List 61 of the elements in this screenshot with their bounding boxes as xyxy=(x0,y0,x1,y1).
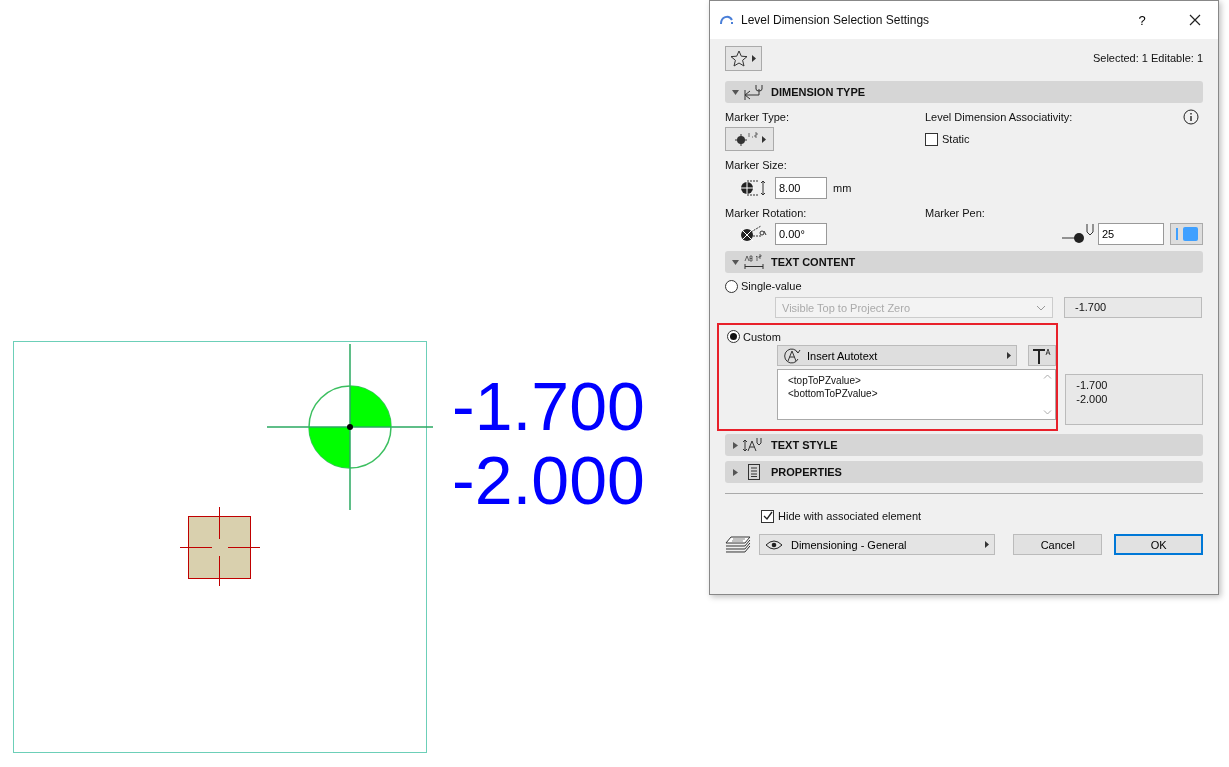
selection-info: Selected: 1 Editable: 1 xyxy=(1092,52,1203,64)
field-label: Marker Rotation: xyxy=(725,207,808,219)
section-header[interactable]: DIMENSION TYPE xyxy=(725,81,1203,103)
unit-label: mm xyxy=(833,182,852,194)
star-icon xyxy=(730,49,748,67)
pen-color-button[interactable] xyxy=(1170,223,1203,245)
chevron-down-icon xyxy=(1042,410,1052,415)
app-logo-icon xyxy=(720,15,734,25)
text-content-icon xyxy=(743,254,765,270)
text-style-icon xyxy=(743,437,765,453)
section-header[interactable]: PROPERTIES xyxy=(725,461,1203,483)
custom-radio[interactable]: Custom xyxy=(727,330,1057,343)
caret-icon xyxy=(1007,352,1011,359)
marker-size-field[interactable]: 8.00 xyxy=(775,177,827,199)
checkmark-icon xyxy=(762,510,773,522)
marker-pen-field[interactable]: 25 xyxy=(1098,223,1164,245)
preview-value: -2.000 xyxy=(1076,392,1109,406)
text-line: <bottomToPZvalue> xyxy=(788,387,879,400)
caret-icon xyxy=(985,541,990,548)
autotext-icon xyxy=(783,346,801,365)
preview-value: -1.700 xyxy=(1075,301,1107,313)
chevron-down-icon xyxy=(1036,304,1046,311)
section-title: PROPERTIES xyxy=(771,466,842,478)
ok-button[interactable]: OK xyxy=(1114,534,1203,555)
close-icon xyxy=(1189,14,1201,26)
insert-autotext-button[interactable]: Insert Autotext xyxy=(777,345,1017,366)
section-header[interactable]: TEXT CONTENT xyxy=(725,251,1203,273)
marker-rotation-icon xyxy=(739,224,769,244)
text-line: <topToPZvalue> xyxy=(788,374,862,387)
layer-dropdown[interactable]: Dimensioning - General xyxy=(758,534,996,555)
section-title: TEXT STYLE xyxy=(771,439,838,451)
layers-icon xyxy=(725,535,751,554)
chevron-up-icon xyxy=(1042,374,1052,379)
text-format-button[interactable] xyxy=(1028,345,1056,366)
hide-with-element-checkbox[interactable]: Hide with associated element xyxy=(761,508,1203,524)
dimension-marker-icon xyxy=(743,84,765,100)
autotext-input-field[interactable]: <topToPZvalue> <bottomToPZvalue> xyxy=(777,369,1056,420)
field-label: Level Dimension Associativity: xyxy=(925,111,1074,123)
marker-rotation-field[interactable]: 0.00° xyxy=(775,223,827,245)
section-title: DIMENSION TYPE xyxy=(771,86,866,98)
cancel-button[interactable]: Cancel xyxy=(1013,534,1103,555)
field-label: Marker Pen: xyxy=(925,207,986,219)
window-title: Level Dimension Selection Settings xyxy=(741,13,931,27)
marker-icon xyxy=(733,132,758,146)
level-value-label: -2.000 xyxy=(452,442,645,518)
info-icon[interactable] xyxy=(1183,109,1199,125)
field-label: Marker Type: xyxy=(725,111,790,123)
section-title: TEXT CONTENT xyxy=(771,256,856,268)
field-label: Marker Size: xyxy=(725,159,787,171)
section-header[interactable]: TEXT STYLE xyxy=(725,434,1203,456)
static-checkbox[interactable]: Static xyxy=(925,132,1203,146)
caret-icon xyxy=(761,135,766,143)
marker-type-button[interactable] xyxy=(725,127,774,151)
preview-value: -1.700 xyxy=(1076,378,1109,392)
pen-marker-icon xyxy=(1062,223,1096,245)
text-size-icon xyxy=(1032,347,1052,364)
eye-icon xyxy=(764,539,783,550)
pen-color-swatch-icon xyxy=(1175,227,1198,241)
favorites-button[interactable] xyxy=(725,45,762,71)
caret-icon xyxy=(752,54,756,62)
level-value-label: -1.700 xyxy=(452,368,645,444)
